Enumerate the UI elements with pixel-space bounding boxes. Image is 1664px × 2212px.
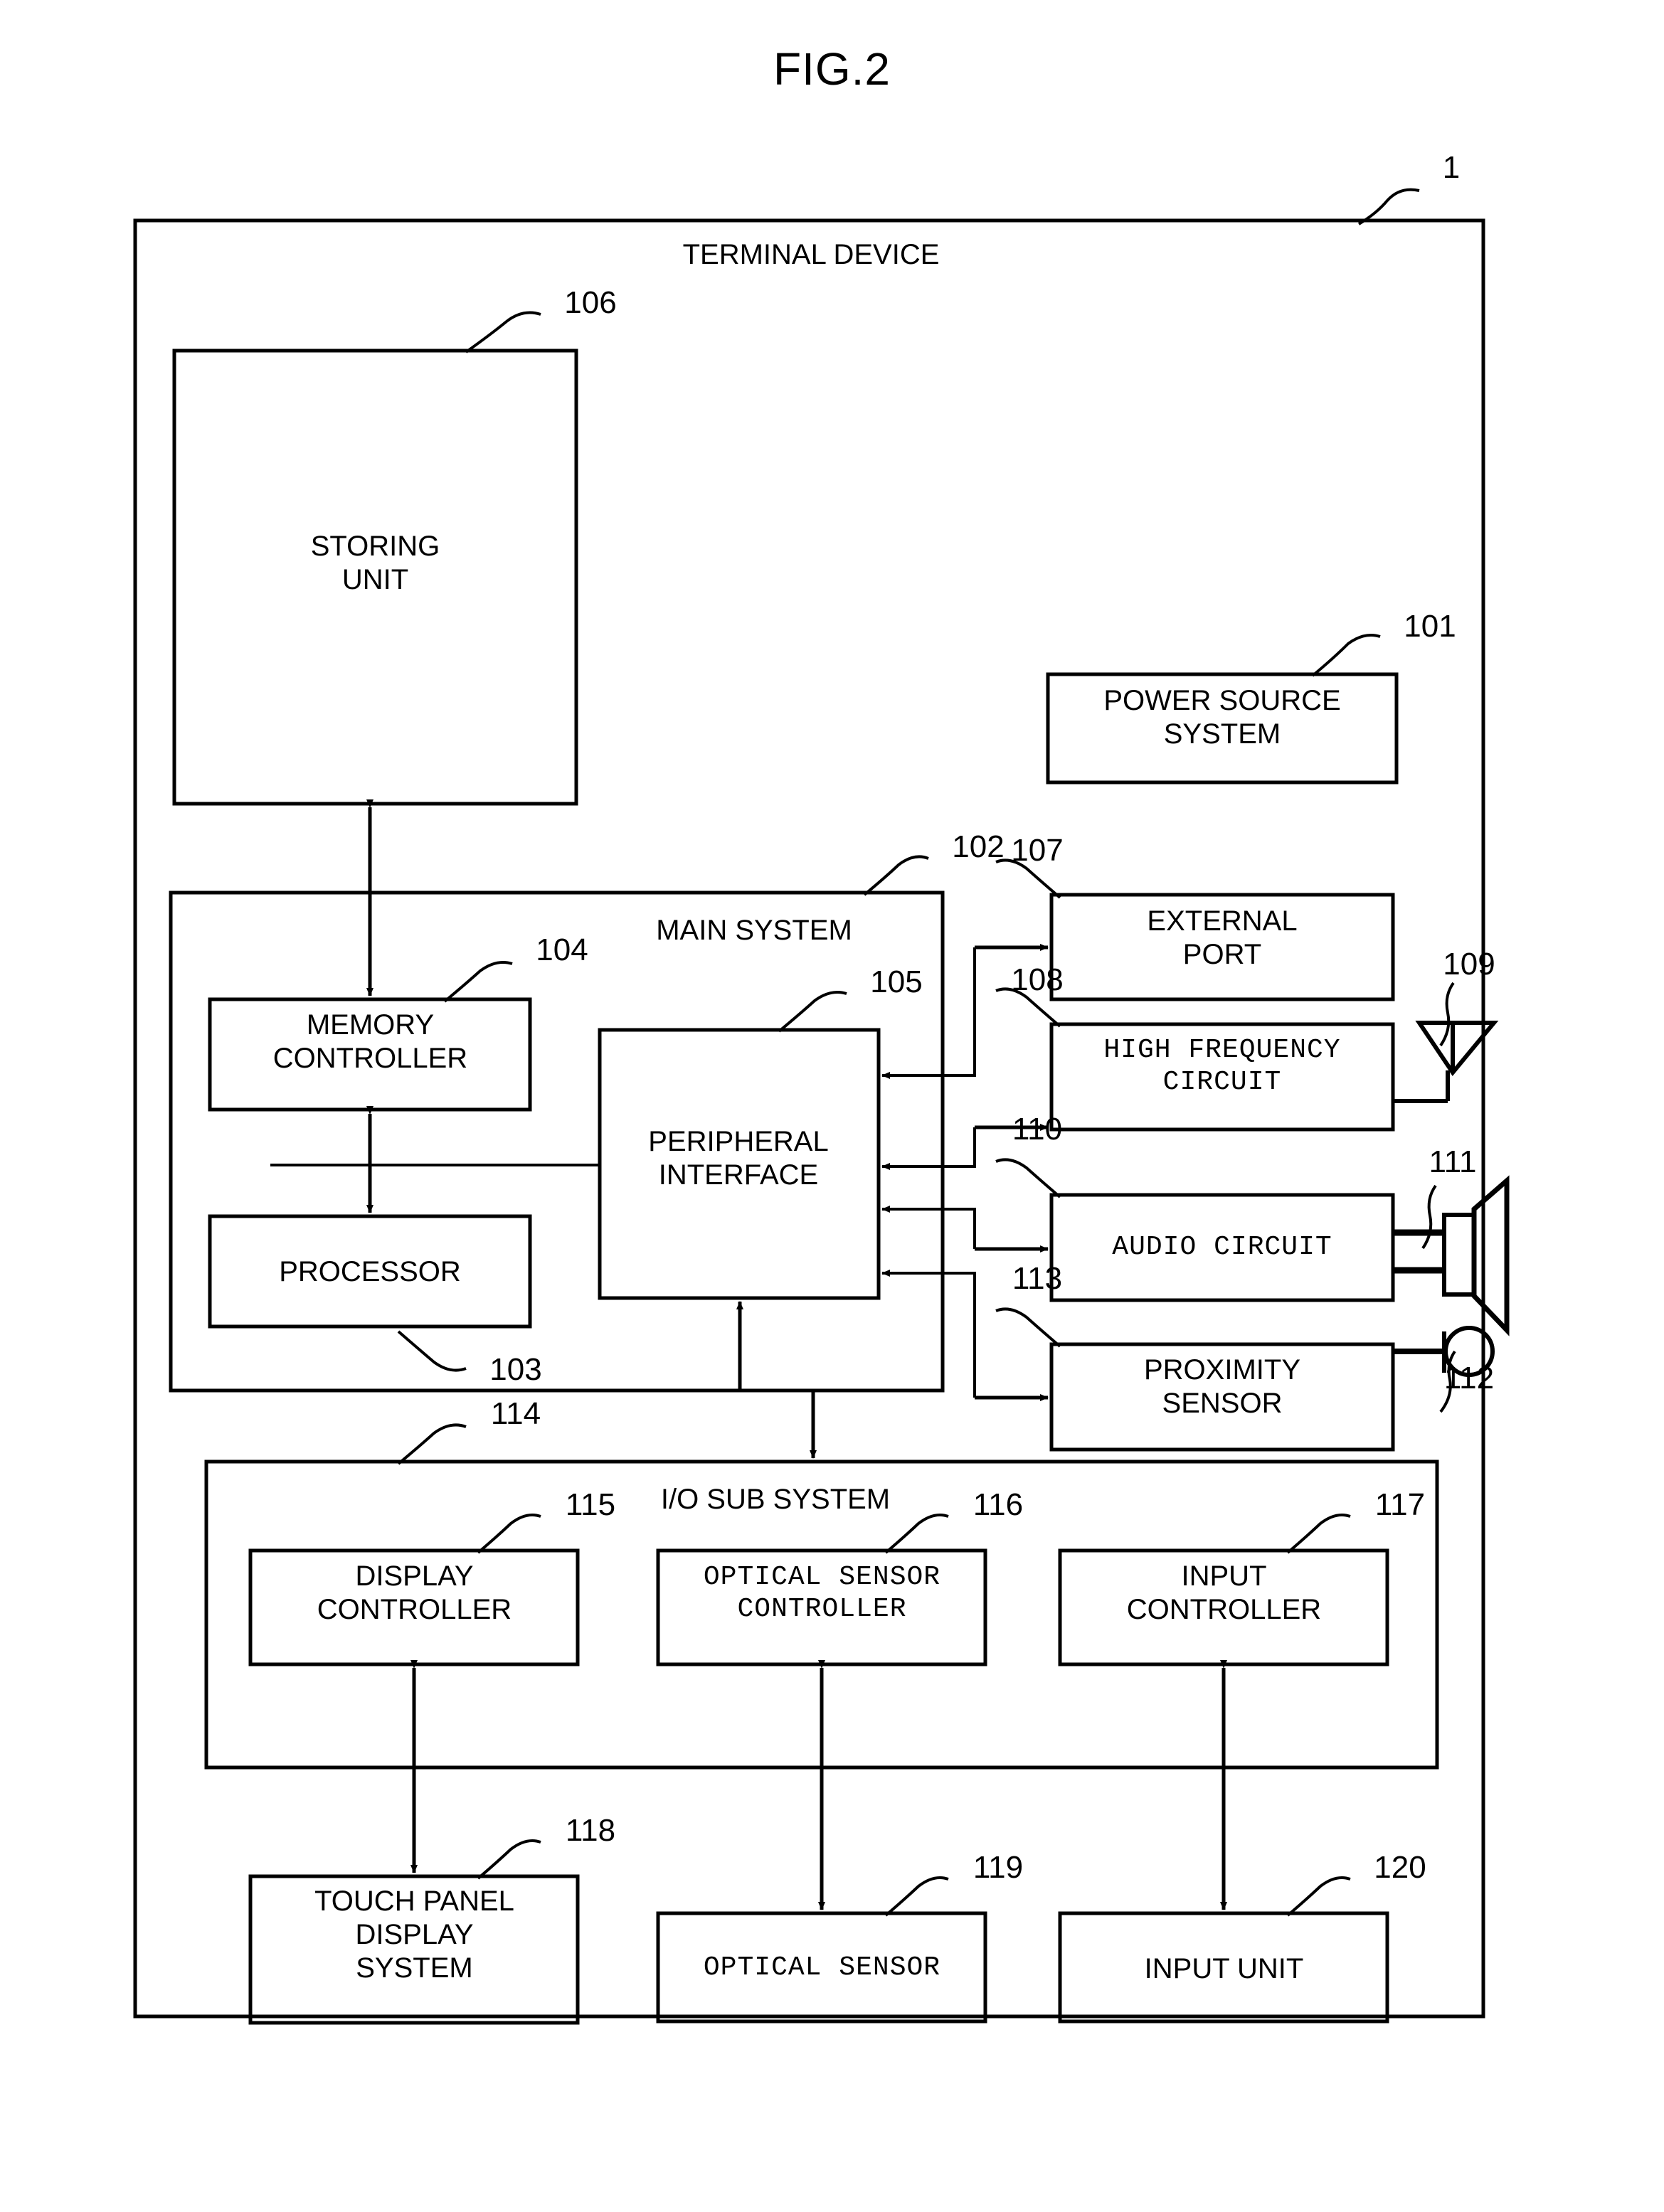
leader-line-optical-sensor-controller <box>884 1514 949 1554</box>
ref-processor: 103 <box>489 1352 542 1387</box>
ref-microphone: 112 <box>1443 1361 1495 1395</box>
ref-antenna: 109 <box>1443 947 1495 982</box>
leader-line-proximity-sensor <box>995 1307 1061 1348</box>
ref-optical-sensor: 119 <box>973 1850 1024 1885</box>
leader-line-input-controller <box>1286 1514 1351 1554</box>
input-unit-label: INPUT UNIT <box>1144 1953 1304 1984</box>
figure-title: FIG.2 <box>773 43 891 95</box>
leader-line-speaker <box>1421 1184 1437 1250</box>
display-controller-label: DISPLAY CONTROLLER <box>317 1560 512 1626</box>
leader-line-memory-controller <box>443 961 513 1003</box>
leader-line-audio-circuit <box>995 1158 1061 1198</box>
leader-line-processor <box>397 1330 467 1372</box>
storing-unit-label: STORING UNIT <box>310 531 440 596</box>
speaker-icon <box>1394 1175 1510 1336</box>
power-source-system-label: POWER SOURCE SYSTEM <box>1103 685 1341 750</box>
processor-label: PROCESSOR <box>279 1256 461 1287</box>
leader-line-peripheral-interface <box>778 991 847 1033</box>
ref-storing-unit: 106 <box>564 285 617 320</box>
memory-controller-label: MEMORY CONTROLLER <box>272 1009 468 1075</box>
optical-sensor-controller-label: OPTICAL SENSOR CONTROLLER <box>703 1562 941 1625</box>
arrow-audio-circuit-to-peripheral <box>881 1206 976 1249</box>
leader-line-optical-sensor <box>884 1876 949 1917</box>
ref-display-controller: 115 <box>565 1487 616 1522</box>
leader-line-terminal-device <box>1357 188 1420 225</box>
ref-touch-panel-display-system: 118 <box>565 1813 616 1848</box>
ref-memory-controller: 104 <box>536 932 588 967</box>
leader-line-io-sub-system <box>397 1423 467 1465</box>
ref-power-source-system: 101 <box>1404 609 1456 644</box>
touch-panel-display-system-label: TOUCH PANEL DISPLAY SYSTEM <box>314 1886 514 1984</box>
ref-external-port: 107 <box>1011 833 1064 868</box>
ref-io-sub-system: 114 <box>490 1396 541 1431</box>
input-controller-label: INPUT CONTROLLER <box>1126 1560 1322 1626</box>
arrow-proximity-sensor-to-peripheral <box>881 1270 976 1398</box>
leader-line-touch-panel <box>477 1839 541 1880</box>
leader-line-main-system <box>863 855 929 896</box>
audio-circuit-label: AUDIO CIRCUIT <box>1112 1232 1332 1262</box>
terminal-device-box <box>133 218 1485 2019</box>
ref-audio-circuit: 110 <box>1012 1112 1063 1147</box>
figure-page: FIG.2 1 TERMINAL DEVICE 106 STORING UNIT… <box>0 0 1664 2212</box>
leader-line-input-unit <box>1286 1876 1351 1917</box>
ref-optical-sensor-controller: 116 <box>973 1487 1024 1522</box>
ref-speaker: 111 <box>1429 1144 1477 1179</box>
leader-line-antenna <box>1439 982 1455 1047</box>
leader-line-display-controller <box>477 1514 541 1554</box>
external-port-label: EXTERNAL PORT <box>1147 905 1298 971</box>
ref-proximity-sensor: 113 <box>1012 1261 1063 1296</box>
peripheral-interface-label: PERIPHERAL INTERFACE <box>648 1126 829 1191</box>
leader-line-power-source <box>1311 634 1381 677</box>
ref-input-controller: 117 <box>1374 1487 1426 1522</box>
ref-high-frequency-circuit: 108 <box>1011 962 1064 997</box>
proximity-sensor-label: PROXIMITY SENSOR <box>1143 1354 1301 1420</box>
optical-sensor-label: OPTICAL SENSOR <box>703 1952 941 1983</box>
arrow-hf-in <box>881 1127 976 1170</box>
terminal-device-label: TERMINAL DEVICE <box>682 239 940 270</box>
main-system-label: MAIN SYSTEM <box>656 915 852 946</box>
ref-peripheral-interface: 105 <box>870 964 923 999</box>
ref-terminal-device: 1 <box>1442 150 1461 185</box>
ref-input-unit: 120 <box>1374 1850 1426 1885</box>
antenna-icon <box>1394 1021 1499 1103</box>
high-frequency-circuit-label: HIGH FREQUENCY CIRCUIT <box>1103 1035 1341 1097</box>
leader-line-storing-unit <box>465 311 541 353</box>
line-peripheral-interface-down <box>740 1388 817 1459</box>
